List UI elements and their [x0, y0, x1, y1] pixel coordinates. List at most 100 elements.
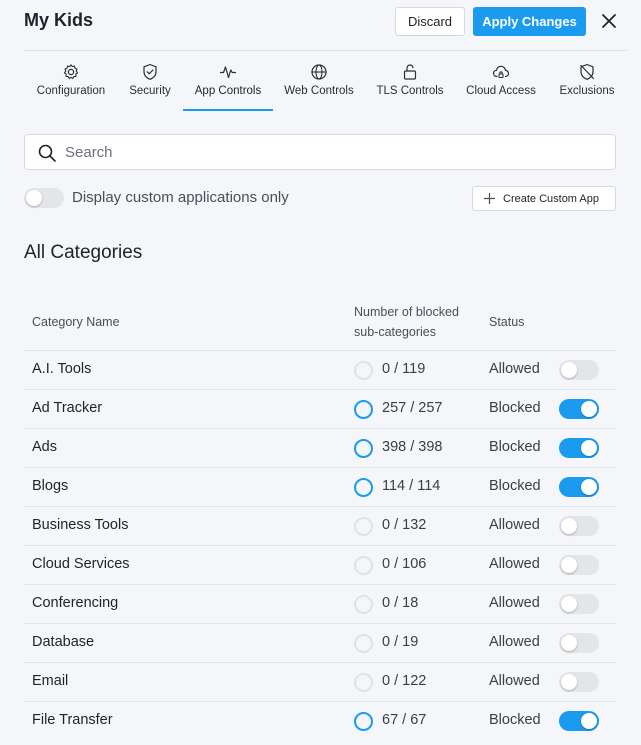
status-text: Blocked — [489, 439, 541, 455]
blocked-count: 0 / 18 — [382, 595, 419, 611]
tab-label: Security — [129, 85, 171, 97]
progress-ring-icon — [354, 673, 373, 692]
toggle-knob — [561, 674, 577, 690]
status-text: Allowed — [489, 556, 540, 572]
header: My Kids Discard Apply Changes — [0, 0, 641, 50]
apply-changes-button[interactable]: Apply Changes — [473, 7, 586, 36]
status-toggle[interactable] — [559, 711, 599, 731]
table-row[interactable]: Cloud Services 0 / 106 Allowed — [24, 545, 616, 584]
table-header: Category Name Number of blocked sub-cate… — [24, 296, 616, 350]
close-icon[interactable] — [599, 11, 619, 31]
status-text: Allowed — [489, 673, 540, 689]
table-row[interactable]: Conferencing 0 / 18 Allowed — [24, 584, 616, 623]
blocked-count: 0 / 106 — [382, 556, 427, 572]
progress-ring-icon — [354, 478, 373, 497]
toggle-knob — [581, 440, 597, 456]
table-row[interactable]: Ads 398 / 398 Blocked — [24, 428, 616, 467]
table-row[interactable]: Blogs 114 / 114 Blocked — [24, 467, 616, 506]
search-input[interactable] — [65, 135, 605, 169]
tab-label: App Controls — [194, 85, 262, 97]
create-custom-app-label: Create Custom App — [503, 193, 599, 205]
table-row[interactable]: Email 0 / 122 Allowed — [24, 662, 616, 701]
status-text: Blocked — [489, 712, 541, 728]
progress-ring-icon — [354, 595, 373, 614]
tab-bar: Configuration Security App Controls Web … — [24, 51, 641, 111]
tab-security[interactable]: Security — [121, 51, 179, 111]
tab-configuration[interactable]: Configuration — [24, 51, 118, 111]
create-custom-app-button[interactable]: Create Custom App — [472, 186, 616, 211]
tab-label: Exclusions — [559, 85, 615, 97]
progress-ring-icon — [354, 712, 373, 731]
column-header-status: Status — [489, 315, 525, 329]
table-row[interactable]: Database 0 / 19 Allowed — [24, 623, 616, 662]
category-name: Business Tools — [32, 517, 129, 533]
progress-ring-icon — [354, 439, 373, 458]
category-name: File Transfer — [32, 712, 113, 728]
toggle-knob — [561, 518, 577, 534]
tab-label: TLS Controls — [376, 85, 444, 97]
globe-icon — [311, 64, 327, 80]
activity-icon — [219, 66, 237, 79]
tab-label: Cloud Access — [466, 85, 536, 97]
blocked-count: 0 / 122 — [382, 673, 427, 689]
unlock-icon — [403, 64, 417, 80]
status-toggle[interactable] — [559, 594, 599, 614]
category-name: Blogs — [32, 478, 69, 494]
progress-ring-icon — [354, 517, 373, 536]
toggle-knob — [581, 401, 597, 417]
search-icon — [38, 144, 56, 162]
status-toggle[interactable] — [559, 399, 599, 419]
plus-icon — [483, 192, 496, 205]
status-toggle[interactable] — [559, 672, 599, 692]
category-name: A.I. Tools — [32, 361, 92, 377]
column-header-name: Category Name — [32, 315, 120, 329]
tab-label: Configuration — [36, 85, 106, 97]
status-toggle[interactable] — [559, 477, 599, 497]
shield-off-icon — [580, 63, 595, 80]
status-toggle[interactable] — [559, 633, 599, 653]
category-name: Ads — [32, 439, 57, 455]
table-row[interactable]: Ad Tracker 257 / 257 Blocked — [24, 389, 616, 428]
toggle-knob — [581, 479, 597, 495]
blocked-count: 114 / 114 — [382, 478, 441, 494]
status-toggle[interactable] — [559, 516, 599, 536]
progress-ring-icon — [354, 400, 373, 419]
category-name: Email — [32, 673, 69, 689]
status-text: Blocked — [489, 400, 541, 416]
toggle-knob — [561, 362, 577, 378]
search-box — [24, 134, 616, 170]
table-row[interactable]: A.I. Tools 0 / 119 Allowed — [24, 350, 616, 389]
discard-button[interactable]: Discard — [395, 7, 465, 36]
status-text: Allowed — [489, 595, 540, 611]
status-toggle[interactable] — [559, 555, 599, 575]
shield-check-icon — [143, 63, 157, 80]
progress-ring-icon — [354, 634, 373, 653]
table-row[interactable]: Business Tools 0 / 132 Allowed — [24, 506, 616, 545]
progress-ring-icon — [354, 556, 373, 575]
status-text: Blocked — [489, 478, 541, 494]
tab-cloud-access[interactable]: Cloud Access — [461, 51, 541, 111]
status-text: Allowed — [489, 634, 540, 650]
blocked-count: 0 / 132 — [382, 517, 427, 533]
custom-apps-toggle[interactable] — [24, 188, 64, 208]
toggle-knob — [26, 190, 42, 206]
category-name: Ad Tracker — [32, 400, 103, 416]
blocked-count: 398 / 398 — [382, 439, 443, 455]
category-name: Conferencing — [32, 595, 119, 611]
toggle-knob — [561, 557, 577, 573]
blocked-count: 257 / 257 — [382, 400, 443, 416]
status-toggle[interactable] — [559, 360, 599, 380]
status-toggle[interactable] — [559, 438, 599, 458]
section-title: All Categories — [24, 242, 143, 263]
tab-exclusions[interactable]: Exclusions — [554, 51, 620, 111]
table-row[interactable]: File Transfer 67 / 67 Blocked — [24, 701, 616, 740]
tab-tls-controls[interactable]: TLS Controls — [372, 51, 448, 111]
tab-web-controls[interactable]: Web Controls — [279, 51, 359, 111]
progress-ring-icon — [354, 361, 373, 380]
status-text: Allowed — [489, 517, 540, 533]
tab-app-controls[interactable]: App Controls — [183, 51, 273, 111]
toggle-knob — [581, 713, 597, 729]
custom-apps-label: Display custom applications only — [72, 189, 289, 206]
blocked-count: 0 / 119 — [382, 361, 426, 377]
tab-label: Web Controls — [284, 85, 354, 97]
